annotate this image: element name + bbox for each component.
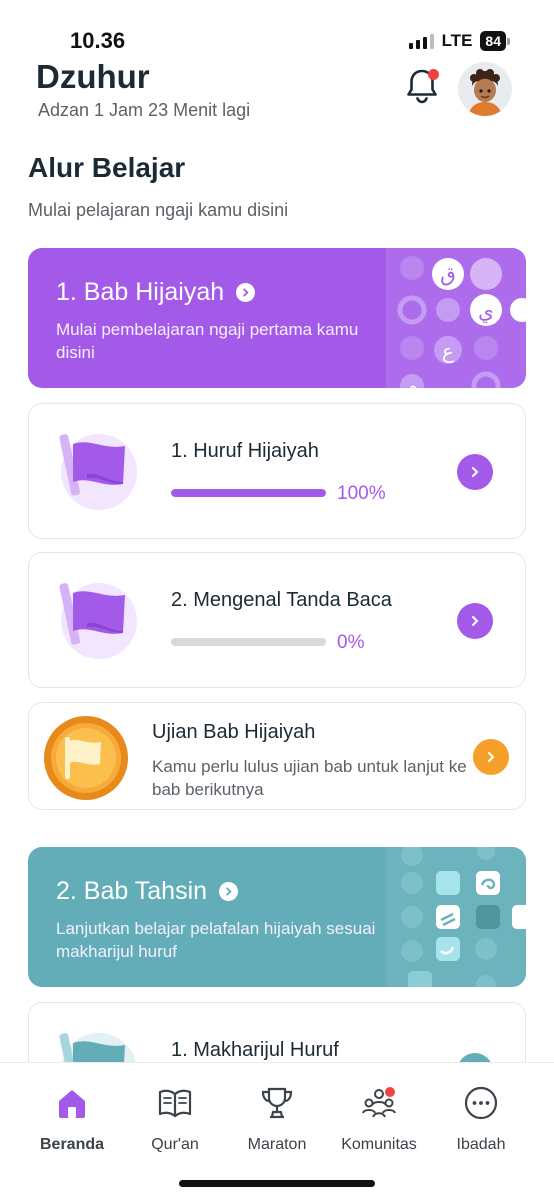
notification-badge [428,69,439,80]
prayer-countdown: Adzan 1 Jam 23 Menit lagi [38,100,251,120]
progress-fill [171,489,326,497]
prayer-name: Dzuhur [36,58,150,95]
home-icon [59,1090,85,1118]
exam-card-hijaiyah[interactable]: Ujian Bab Hijaiyah Kamu perlu lulus ujia… [28,702,526,810]
progress-label: 0% [337,632,365,653]
nav-komunitas[interactable]: Komunitas [329,1085,429,1154]
chevron-right-icon [472,467,479,477]
notification-badge [385,1087,395,1097]
arabic-letters-decoration: ق ي ع م [386,248,526,388]
lesson-title: 1. Huruf Hijaiyah [171,440,319,462]
lesson-card-huruf-hijaiyah[interactable]: 1. Huruf Hijaiyah 100% [28,403,526,539]
flag-icon [59,434,137,510]
chapter-description: Lanjutkan belajar pelafalan hijaiyah ses… [56,919,376,961]
nav-label: Komunitas [341,1136,417,1153]
more-icon [464,1086,498,1120]
chevron-right-icon [236,283,256,302]
signal-icon [408,33,434,49]
nav-quran[interactable]: Qur'an [125,1085,225,1154]
open-exam-button[interactable] [473,739,509,775]
deco-letter: م [406,376,417,388]
chevron-right-icon [219,882,239,901]
nav-label: Maraton [247,1136,307,1153]
avatar[interactable] [458,62,512,116]
progress-bar [171,489,326,497]
deco-letter: ي [478,299,494,324]
lesson-title: 2. Mengenal Tanda Baca [171,589,392,611]
status-time: 10.36 [70,28,126,53]
open-lesson-button[interactable] [457,603,493,639]
lesson-title: 1. Makharijul Huruf [171,1039,339,1061]
chapter-title: 2. Bab Tahsin [56,877,239,906]
deco-letter: ع [442,339,454,363]
nav-label: Ibadah [456,1136,506,1153]
exam-description: Kamu perlu lulus ujian bab untuk lanjut … [152,757,467,799]
trophy-icon [261,1087,293,1119]
nav-maraton[interactable]: Maraton [227,1085,327,1154]
chapter-banner-tahsin[interactable]: 2. Bab Tahsin Lanjutkan belajar pelafala… [28,847,526,987]
chapter-banner-hijaiyah[interactable]: ق ي ع م 1. Bab Hijaiyah Mulai pembelajar… [28,248,526,388]
chevron-right-icon [488,752,495,762]
deco-letter: ق [440,262,456,286]
exam-title: Ujian Bab Hijaiyah [152,721,316,743]
lesson-card-tanda-baca[interactable]: 2. Mengenal Tanda Baca 0% [28,552,526,688]
book-icon [158,1089,192,1118]
battery-level: 84 [480,31,506,51]
home-indicator [179,1180,375,1187]
chapter-title: 1. Bab Hijaiyah [56,278,256,307]
nav-label: Qur'an [151,1136,199,1153]
tahsin-decoration [386,847,526,987]
status-indicators: LTE 84 [408,31,510,51]
network-label: LTE [441,31,473,50]
nav-label: Beranda [39,1136,105,1153]
chapter-description: Mulai pembelajaran ngaji pertama kamu di… [56,320,359,362]
section-subtitle: Mulai pelajaran ngaji kamu disini [28,200,289,220]
open-lesson-button[interactable] [457,454,493,490]
chapter-title-text: 2. Bab Tahsin [56,877,208,905]
medal-flag-icon [44,716,128,800]
chapter-title-text: 1. Bab Hijaiyah [56,278,225,306]
nav-beranda[interactable]: Beranda [22,1085,122,1154]
battery-icon: 84 [480,31,510,51]
chevron-right-icon [472,616,479,626]
status-bar: 10.36 LTE 84 [0,0,554,60]
progress-label: 100% [337,483,386,504]
flag-icon [59,583,137,659]
nav-ibadah[interactable]: Ibadah [431,1085,531,1154]
progress-bar [171,638,326,646]
section-title: Alur Belajar [28,152,186,183]
